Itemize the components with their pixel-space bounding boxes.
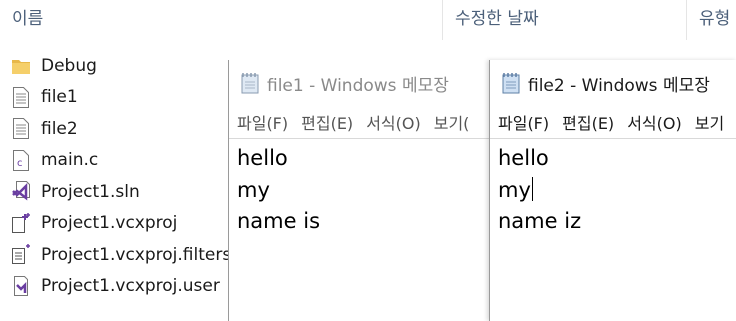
text-file-icon bbox=[12, 118, 30, 140]
menu-view[interactable]: 보기( bbox=[434, 110, 470, 134]
file-name: Debug bbox=[41, 55, 97, 76]
menu-edit[interactable]: 편집(E) bbox=[301, 110, 353, 134]
menu-format[interactable]: 서식(O) bbox=[627, 110, 682, 134]
file-list: Debug file1 file2 c main.c Project1.sln bbox=[0, 50, 232, 303]
notepad-window-file2[interactable]: file2 - Windows 메모장 파일(F) 편집(E) 서식(O) 보기… bbox=[489, 60, 736, 321]
text-line: my bbox=[498, 177, 531, 202]
vcxproj-file-icon bbox=[12, 212, 30, 234]
file-row-main-c[interactable]: c main.c bbox=[0, 145, 230, 177]
file-name: Project1.vcxproj.user bbox=[41, 276, 220, 297]
text-line: my bbox=[237, 177, 270, 202]
title-bar[interactable]: file2 - Windows 메모장 bbox=[490, 60, 736, 106]
text-line: hello bbox=[498, 146, 549, 170]
text-caret bbox=[531, 176, 533, 201]
text-line: hello bbox=[237, 146, 288, 170]
menu-file[interactable]: 파일(F) bbox=[237, 110, 288, 134]
file-name: Project1.vcxproj bbox=[41, 213, 178, 234]
title-bar[interactable]: file1 - Windows 메모장 bbox=[229, 60, 491, 106]
c-source-file-icon: c bbox=[12, 149, 30, 171]
folder-icon bbox=[12, 55, 30, 77]
text-line: name iz bbox=[498, 209, 582, 233]
text-file-icon bbox=[12, 86, 30, 108]
column-header-date-modified[interactable]: 수정한 날짜 bbox=[442, 0, 686, 40]
menu-format[interactable]: 서식(O) bbox=[366, 110, 421, 134]
file-row-project1-vcxproj-filters[interactable]: Project1.vcxproj.filters bbox=[0, 239, 232, 271]
file-row-project1-sln[interactable]: Project1.sln bbox=[0, 176, 230, 208]
text-editor[interactable]: hello my name iz bbox=[490, 138, 736, 238]
notepad-window-file1[interactable]: file1 - Windows 메모장 파일(F) 편집(E) 서식(O) 보기… bbox=[228, 60, 491, 321]
text-line-with-caret: my bbox=[498, 175, 729, 207]
file-row-debug[interactable]: Debug bbox=[0, 50, 230, 82]
window-title: file2 - Windows 메모장 bbox=[528, 75, 710, 96]
file-name: main.c bbox=[41, 150, 99, 171]
file-row-project1-vcxproj-user[interactable]: Project1.vcxproj.user bbox=[0, 271, 230, 303]
menu-bar: 파일(F) 편집(E) 서식(O) 보기 bbox=[490, 106, 736, 138]
file-row-project1-vcxproj[interactable]: Project1.vcxproj bbox=[0, 208, 230, 240]
text-editor[interactable]: hello my name is bbox=[229, 138, 491, 238]
vcxproj-user-file-icon bbox=[12, 275, 30, 297]
window-title: file1 - Windows 메모장 bbox=[267, 75, 449, 96]
vcxproj-filters-file-icon bbox=[12, 244, 30, 266]
file-row-file1[interactable]: file1 bbox=[0, 82, 230, 114]
column-header-type[interactable]: 유형 bbox=[686, 0, 736, 40]
notepad-icon bbox=[239, 72, 261, 94]
file-name: Project1.sln bbox=[41, 181, 140, 202]
text-line: name is bbox=[237, 209, 321, 233]
menu-bar: 파일(F) 편집(E) 서식(O) 보기( bbox=[229, 106, 491, 138]
menu-file[interactable]: 파일(F) bbox=[498, 110, 549, 134]
file-name: Project1.vcxproj.filters bbox=[41, 244, 232, 265]
file-name: file2 bbox=[41, 118, 78, 139]
menu-edit[interactable]: 편집(E) bbox=[562, 110, 614, 134]
file-row-file2[interactable]: file2 bbox=[0, 113, 230, 145]
svg-text:c: c bbox=[17, 158, 23, 169]
menu-view[interactable]: 보기 bbox=[695, 110, 724, 134]
file-name: file1 bbox=[41, 87, 78, 108]
sort-ascending-icon: ^ bbox=[216, 0, 227, 8]
notepad-icon bbox=[500, 72, 522, 94]
visual-studio-solution-icon bbox=[12, 181, 30, 203]
